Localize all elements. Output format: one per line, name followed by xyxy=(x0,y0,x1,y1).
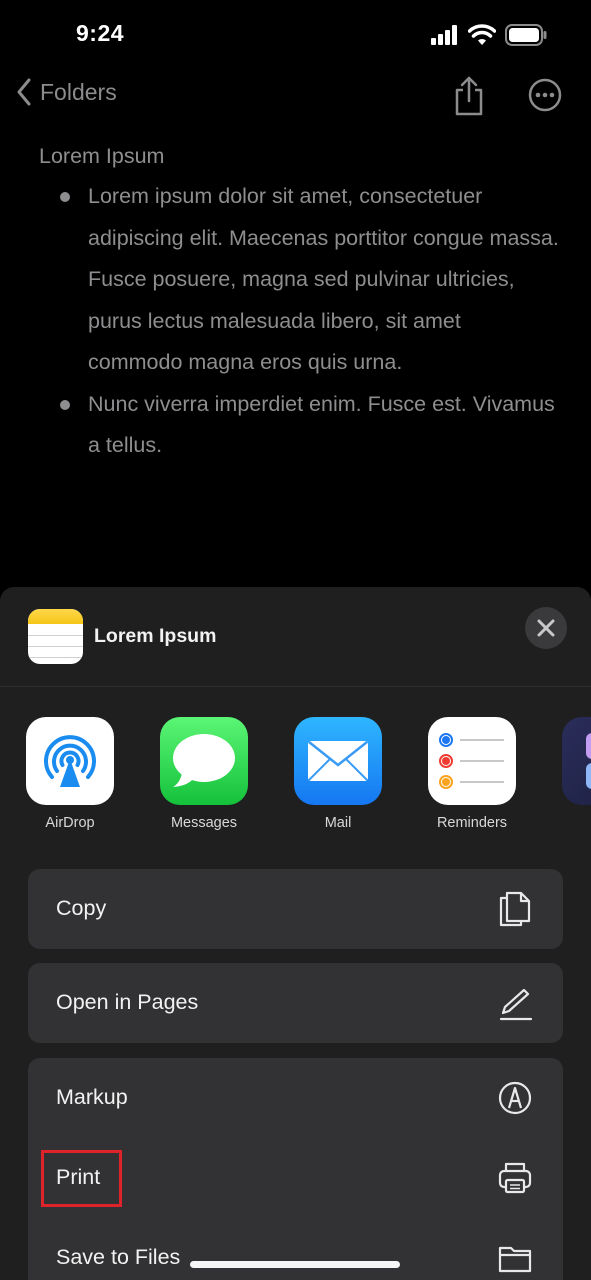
share-app-journal[interactable]: Jo xyxy=(551,717,591,831)
printer-icon xyxy=(498,1162,532,1194)
list-item-text: Nunc viverra imperdiet enim. Fusce est. … xyxy=(88,391,555,458)
airdrop-icon xyxy=(26,717,114,805)
copy-button[interactable]: Copy xyxy=(28,869,563,949)
mail-icon xyxy=(294,717,382,805)
markup-label: Markup xyxy=(56,1085,128,1109)
wifi-icon xyxy=(468,24,496,45)
share-app-reminders[interactable]: Reminders xyxy=(417,717,527,831)
share-sheet-title: Lorem Ipsum xyxy=(94,625,217,647)
print-highlight-box xyxy=(41,1150,122,1207)
pen-icon xyxy=(499,988,533,1021)
bullet-icon xyxy=(60,399,70,410)
status-time: 9:24 xyxy=(76,20,125,46)
share-app-label: Reminders xyxy=(436,815,508,831)
status-icons xyxy=(431,24,547,46)
share-app-airdrop[interactable]: AirDrop xyxy=(15,717,125,831)
home-indicator[interactable] xyxy=(190,1261,400,1268)
chevron-left-icon xyxy=(17,78,31,106)
messages-icon xyxy=(160,717,248,805)
list-item: Nunc viverra imperdiet enim. Fusce est. … xyxy=(39,384,559,467)
open-in-pages-button[interactable]: Open in Pages xyxy=(28,963,563,1043)
more-options-icon[interactable] xyxy=(528,78,562,112)
back-button[interactable]: Folders xyxy=(16,78,117,106)
open-in-pages-label: Open in Pages xyxy=(56,990,199,1014)
note-bullet-list: Lorem ipsum dolor sit amet, consectetuer… xyxy=(39,176,559,467)
copy-label: Copy xyxy=(56,896,107,920)
share-app-label: Jo xyxy=(551,815,591,831)
reminders-icon xyxy=(428,717,516,805)
save-to-files-label: Save to Files xyxy=(56,1245,181,1269)
status-bar: 9:24 xyxy=(0,0,591,70)
share-app-label: Mail xyxy=(324,815,352,831)
list-item: Lorem ipsum dolor sit amet, consectetuer… xyxy=(39,176,559,384)
share-app-label: Messages xyxy=(170,815,238,831)
share-app-label: AirDrop xyxy=(45,815,95,831)
share-apps-row: AirDrop Messages Mail Reminders xyxy=(0,717,591,847)
copy-action-group: Copy xyxy=(28,869,563,949)
share-app-messages[interactable]: Messages xyxy=(149,717,259,831)
notes-app-icon xyxy=(28,609,83,664)
close-icon xyxy=(537,619,555,637)
close-button[interactable] xyxy=(525,607,567,649)
share-app-mail[interactable]: Mail xyxy=(283,717,393,831)
save-to-files-button[interactable]: Save to Files xyxy=(28,1218,563,1280)
cellular-signal-icon xyxy=(431,25,457,45)
open-in-pages-action-group: Open in Pages xyxy=(28,963,563,1043)
journal-icon xyxy=(562,717,591,805)
back-button-label: Folders xyxy=(40,78,117,105)
note-title: Lorem Ipsum xyxy=(39,144,165,168)
bullet-icon xyxy=(60,192,70,202)
share-icon[interactable] xyxy=(452,76,486,116)
share-sheet-header: Lorem Ipsum xyxy=(0,587,591,687)
note-body[interactable]: Lorem Ipsum Lorem ipsum dolor sit amet, … xyxy=(39,140,559,467)
navigation-bar: Folders xyxy=(0,72,591,122)
battery-icon xyxy=(505,24,547,46)
folder-icon xyxy=(498,1246,532,1273)
markup-button[interactable]: Markup xyxy=(28,1058,563,1138)
list-item-text: Lorem ipsum dolor sit amet, consectetuer… xyxy=(88,184,559,374)
copy-icon xyxy=(499,891,531,927)
markup-icon xyxy=(498,1081,532,1115)
